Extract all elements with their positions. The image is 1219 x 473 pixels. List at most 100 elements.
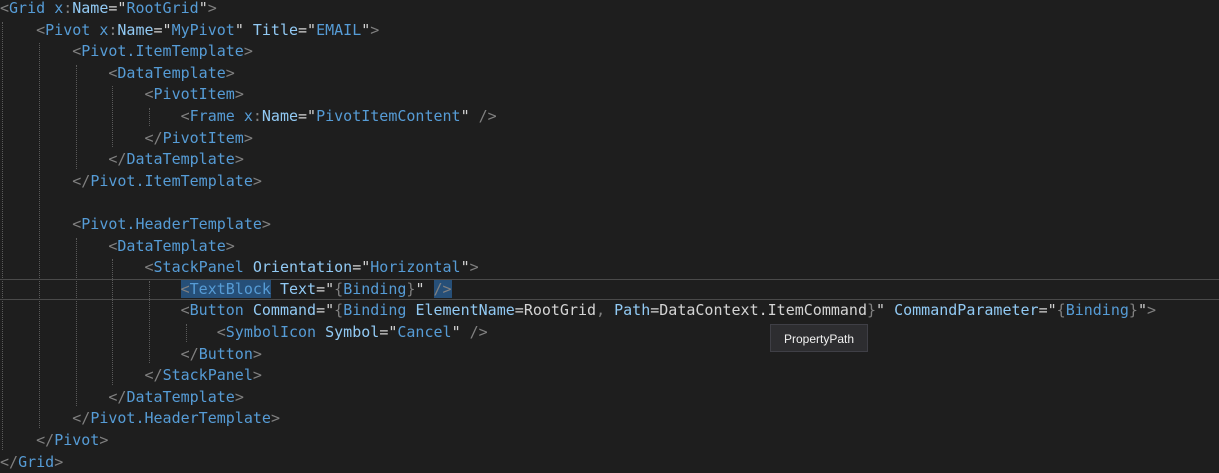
code-line[interactable]: </PivotItem> <box>0 128 1219 150</box>
code-token: " <box>451 323 461 341</box>
code-line[interactable]: </Pivot.ItemTemplate> <box>0 171 1219 193</box>
code-text: <DataTemplate> <box>0 63 235 85</box>
code-token: Binding <box>1065 301 1129 320</box>
code-token: Name <box>72 0 109 17</box>
code-token: Title <box>252 20 299 39</box>
code-token: /> <box>433 279 452 298</box>
code-token: : <box>63 0 73 17</box>
code-token: < <box>144 85 154 104</box>
code-line[interactable]: </StackPanel> <box>0 365 1219 387</box>
code-token: /> <box>469 323 488 341</box>
code-token: </ <box>36 431 55 449</box>
code-text: </Grid> <box>0 452 63 473</box>
code-token: > <box>54 452 64 471</box>
code-text: <DataTemplate> <box>0 236 235 258</box>
code-token: > <box>207 0 217 17</box>
code-token: < <box>72 42 82 61</box>
code-text: </DataTemplate> <box>0 149 244 171</box>
code-editor[interactable]: <Grid x:Name="RootGrid"> <Pivot x:Name="… <box>0 0 1219 473</box>
code-token: > <box>252 171 262 190</box>
code-line[interactable]: <DataTemplate> <box>0 63 1219 85</box>
code-token: } <box>1128 301 1138 320</box>
code-token: </ <box>72 409 91 428</box>
code-token: </ <box>144 128 163 147</box>
code-token: MyPivot <box>171 20 235 39</box>
code-token: , <box>596 301 606 320</box>
code-line[interactable]: <Pivot.HeaderTemplate> <box>0 214 1219 236</box>
code-token: " <box>1137 301 1147 320</box>
code-token: { <box>1056 301 1066 320</box>
code-line[interactable] <box>0 192 1219 214</box>
code-token: < <box>36 20 46 39</box>
code-line[interactable]: </Pivot> <box>0 430 1219 452</box>
code-token: > <box>234 387 244 406</box>
code-token: =" <box>108 0 127 17</box>
code-token: Button <box>189 301 244 320</box>
code-text: <Button Command="{Binding ElementName=Ro… <box>0 300 1156 322</box>
code-token: CommandParameter <box>894 301 1039 320</box>
code-line[interactable]: <Pivot.ItemTemplate> <box>0 41 1219 63</box>
code-line[interactable]: <SymbolIcon Symbol="Cancel" /> <box>0 322 1219 344</box>
code-line[interactable]: <Frame x:Name="PivotItemContent" /> <box>0 106 1219 128</box>
code-token: </ <box>144 366 163 385</box>
code-line[interactable]: </Grid> <box>0 452 1219 473</box>
code-line[interactable]: <PivotItem> <box>0 84 1219 106</box>
code-token: { <box>334 301 344 320</box>
code-line[interactable]: <TextBlock Text="{Binding}" /> <box>0 278 1219 301</box>
code-token: > <box>225 63 235 82</box>
code-text: <TextBlock Text="{Binding}" /> <box>0 279 452 300</box>
code-line[interactable]: </DataTemplate> <box>0 149 1219 171</box>
code-text: </Pivot.HeaderTemplate> <box>0 408 280 430</box>
code-token: > <box>252 366 262 385</box>
code-token: Text <box>279 279 317 298</box>
code-token: > <box>225 236 235 255</box>
code-token: RootGrid <box>126 0 199 17</box>
code-token: </ <box>108 387 127 406</box>
code-token: < <box>180 279 190 298</box>
code-token: > <box>234 150 244 169</box>
code-token: </ <box>72 171 91 190</box>
code-token: < <box>180 301 190 320</box>
code-token: " <box>876 301 886 320</box>
code-token: > <box>243 128 253 147</box>
code-line[interactable]: </DataTemplate> <box>0 387 1219 409</box>
code-token: Binding <box>343 279 407 298</box>
code-text: <Frame x:Name="PivotItemContent" /> <box>0 106 497 128</box>
code-text: <PivotItem> <box>0 84 244 106</box>
code-line[interactable]: <Pivot x:Name="MyPivot" Title="EMAIL"> <box>0 20 1219 42</box>
code-token: Pivot <box>54 431 100 449</box>
code-token: > <box>99 431 109 449</box>
code-token: < <box>144 258 154 277</box>
code-token: " <box>460 258 470 277</box>
code-line[interactable]: </Button> <box>0 344 1219 366</box>
code-line[interactable]: <Grid x:Name="RootGrid"> <box>0 0 1219 20</box>
code-token: =" <box>316 279 335 298</box>
code-token: } <box>867 301 877 320</box>
code-line[interactable]: <DataTemplate> <box>0 236 1219 258</box>
code-line[interactable]: <Button Command="{Binding ElementName=Ro… <box>0 300 1219 322</box>
code-token: Symbol <box>325 323 380 341</box>
code-token: StackPanel <box>153 258 244 277</box>
code-text: <Pivot.HeaderTemplate> <box>0 214 271 236</box>
code-line[interactable]: <StackPanel Orientation="Horizontal"> <box>0 257 1219 279</box>
code-token: Frame <box>189 107 235 125</box>
code-token: > <box>1146 301 1156 320</box>
code-text: </Button> <box>0 344 262 366</box>
code-line[interactable]: </Pivot.HeaderTemplate> <box>0 408 1219 430</box>
code-token: DataTemplate <box>117 63 226 82</box>
code-text: </DataTemplate> <box>0 387 244 409</box>
code-token: =" <box>316 301 335 320</box>
code-text: <StackPanel Orientation="Horizontal"> <box>0 257 479 279</box>
code-token: > <box>243 42 253 61</box>
